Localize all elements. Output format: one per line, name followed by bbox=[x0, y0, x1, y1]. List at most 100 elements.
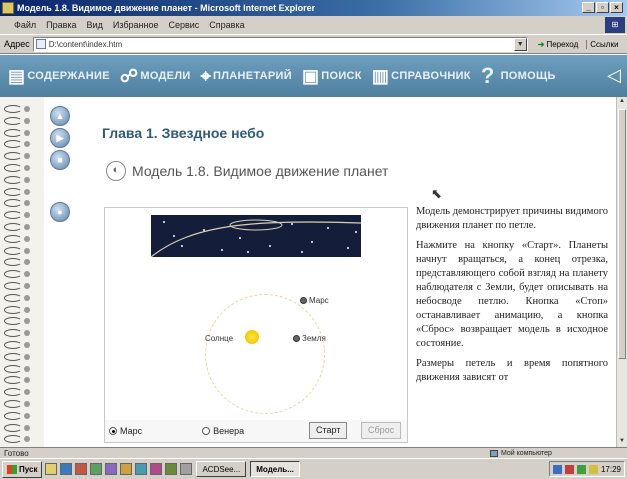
ring-loop bbox=[4, 223, 22, 231]
quicklaunch-folder-icon[interactable] bbox=[45, 463, 58, 475]
book-icon: ▤ bbox=[8, 66, 26, 86]
tray-app-icon[interactable] bbox=[564, 464, 574, 474]
side-nav-stop-button[interactable]: ■ bbox=[50, 150, 70, 170]
side-nav-up-button[interactable]: ▲ bbox=[50, 106, 70, 126]
ring-hole bbox=[24, 342, 30, 348]
task-acdsee[interactable]: ACDSee... bbox=[196, 461, 247, 477]
address-dropdown-button[interactable]: ▼ bbox=[513, 37, 527, 51]
address-input[interactable]: D:\content\index.htm ▼ bbox=[32, 36, 528, 52]
sun-label: Солнце bbox=[205, 334, 234, 343]
nav-help[interactable]: ? ПОМОЩЬ bbox=[481, 63, 556, 89]
side-nav-search-button[interactable]: ● bbox=[50, 202, 70, 222]
side-nav-play-button[interactable]: ▶ bbox=[50, 128, 70, 148]
description-paragraph: Размеры петель и время попятного движени… bbox=[416, 358, 608, 383]
quicklaunch-app-icon[interactable] bbox=[90, 463, 103, 475]
ring-hole bbox=[24, 165, 30, 171]
ring-hole bbox=[24, 153, 30, 160]
spiral-ring bbox=[4, 234, 38, 244]
back-arrow-icon[interactable]: ◁ bbox=[607, 65, 621, 86]
spiral-ring bbox=[4, 199, 38, 208]
star bbox=[355, 231, 357, 233]
spiral-ring bbox=[4, 105, 38, 114]
quicklaunch-app-icon[interactable] bbox=[75, 463, 88, 475]
menu-file[interactable]: Файл bbox=[14, 20, 36, 30]
ring-loop bbox=[4, 211, 22, 220]
earth-orbit bbox=[205, 294, 325, 414]
ring-loop bbox=[4, 105, 22, 113]
menu-edit[interactable]: Правка bbox=[46, 20, 76, 30]
sky-view bbox=[151, 215, 361, 257]
menu-help[interactable]: Справка bbox=[209, 20, 244, 30]
ring-loop bbox=[4, 411, 22, 420]
nav-contents[interactable]: ▤ СОДЕРЖАНИЕ bbox=[8, 67, 110, 85]
ring-hole bbox=[24, 129, 30, 136]
mars-planet-icon bbox=[300, 297, 307, 304]
tray-volume-icon[interactable] bbox=[588, 464, 598, 474]
earth-planet-icon bbox=[293, 335, 300, 342]
radio-venus[interactable]: Венера bbox=[202, 426, 244, 436]
status-text: Готово bbox=[4, 448, 29, 458]
models-icon: ☍ bbox=[119, 66, 139, 86]
ring-hole bbox=[24, 176, 30, 183]
spiral-ring bbox=[4, 164, 38, 173]
ring-hole bbox=[24, 389, 30, 396]
quicklaunch-app-icon[interactable] bbox=[180, 463, 193, 475]
quicklaunch-app-icon[interactable] bbox=[120, 463, 133, 475]
start-button[interactable]: Пуск bbox=[2, 460, 43, 478]
quicklaunch-ie-icon[interactable] bbox=[60, 463, 73, 475]
quicklaunch-app-icon[interactable] bbox=[150, 463, 163, 475]
ring-loop bbox=[4, 164, 22, 172]
spiral-ring bbox=[4, 140, 38, 149]
spiral-ring bbox=[4, 400, 38, 409]
ring-loop bbox=[4, 187, 22, 196]
start-label: Пуск bbox=[19, 464, 38, 474]
nav-planetarium[interactable]: ⌖ ПЛАНЕТАРИЙ bbox=[201, 67, 292, 85]
mouse-cursor-icon: ⬉ bbox=[431, 186, 442, 201]
scroll-down-arrow-icon[interactable]: ▼ bbox=[618, 437, 626, 447]
quicklaunch-app-icon[interactable] bbox=[135, 463, 148, 475]
star bbox=[311, 241, 313, 243]
scroll-thumb[interactable] bbox=[618, 109, 626, 359]
scroll-up-arrow-icon[interactable]: ▲ bbox=[618, 97, 626, 107]
close-button[interactable]: × bbox=[610, 2, 623, 13]
address-label: Адрес bbox=[4, 39, 30, 49]
nav-reference[interactable]: ▥ СПРАВОЧНИК bbox=[372, 67, 471, 85]
site-navigation: ▤ СОДЕРЖАНИЕ ☍ МОДЕЛИ ⌖ ПЛАНЕТАРИЙ ▣ ПОИ… bbox=[0, 55, 627, 97]
spiral-binding bbox=[0, 97, 44, 447]
task-model[interactable]: Модель... bbox=[250, 461, 300, 477]
star bbox=[327, 227, 329, 229]
windows-flag-icon bbox=[7, 464, 17, 474]
nav-help-label: ПОМОЩЬ bbox=[500, 70, 556, 82]
nav-reference-label: СПРАВОЧНИК bbox=[391, 70, 471, 82]
minimize-button[interactable]: _ bbox=[582, 2, 595, 13]
star bbox=[301, 251, 303, 253]
nav-models[interactable]: ☍ МОДЕЛИ bbox=[120, 67, 191, 85]
menu-tools[interactable]: Сервис bbox=[168, 20, 199, 30]
model-icon: ◐ bbox=[106, 161, 126, 181]
nav-search[interactable]: ▣ ПОИСК bbox=[302, 67, 362, 85]
quicklaunch-app-icon[interactable] bbox=[165, 463, 178, 475]
star bbox=[221, 249, 223, 251]
ring-loop bbox=[4, 140, 22, 149]
nav-contents-label: СОДЕРЖАНИЕ bbox=[27, 70, 110, 82]
spiral-ring bbox=[4, 388, 38, 397]
nav-models-label: МОДЕЛИ bbox=[140, 70, 191, 82]
spiral-ring bbox=[4, 352, 38, 362]
go-button[interactable]: ➜ Переход bbox=[538, 40, 578, 49]
tray-app-icon[interactable] bbox=[576, 464, 586, 474]
start-button[interactable]: Старт bbox=[309, 422, 348, 439]
tray-network-icon[interactable] bbox=[552, 464, 562, 474]
radio-mars[interactable]: Марс bbox=[109, 426, 142, 436]
ring-hole bbox=[24, 424, 30, 431]
ring-loop bbox=[4, 116, 22, 125]
menu-view[interactable]: Вид bbox=[87, 20, 103, 30]
mars-label: Марс bbox=[309, 296, 329, 305]
maximize-button[interactable]: ▫ bbox=[596, 2, 609, 13]
links-button[interactable]: Ссылки bbox=[586, 39, 618, 49]
quicklaunch-app-icon[interactable] bbox=[105, 463, 118, 475]
star bbox=[181, 245, 183, 247]
vertical-scrollbar[interactable]: ▲ ▼ bbox=[616, 97, 627, 447]
menu-favorites[interactable]: Избранное bbox=[113, 20, 159, 30]
ring-hole bbox=[24, 377, 30, 384]
reset-button[interactable]: Сброс bbox=[361, 422, 402, 439]
